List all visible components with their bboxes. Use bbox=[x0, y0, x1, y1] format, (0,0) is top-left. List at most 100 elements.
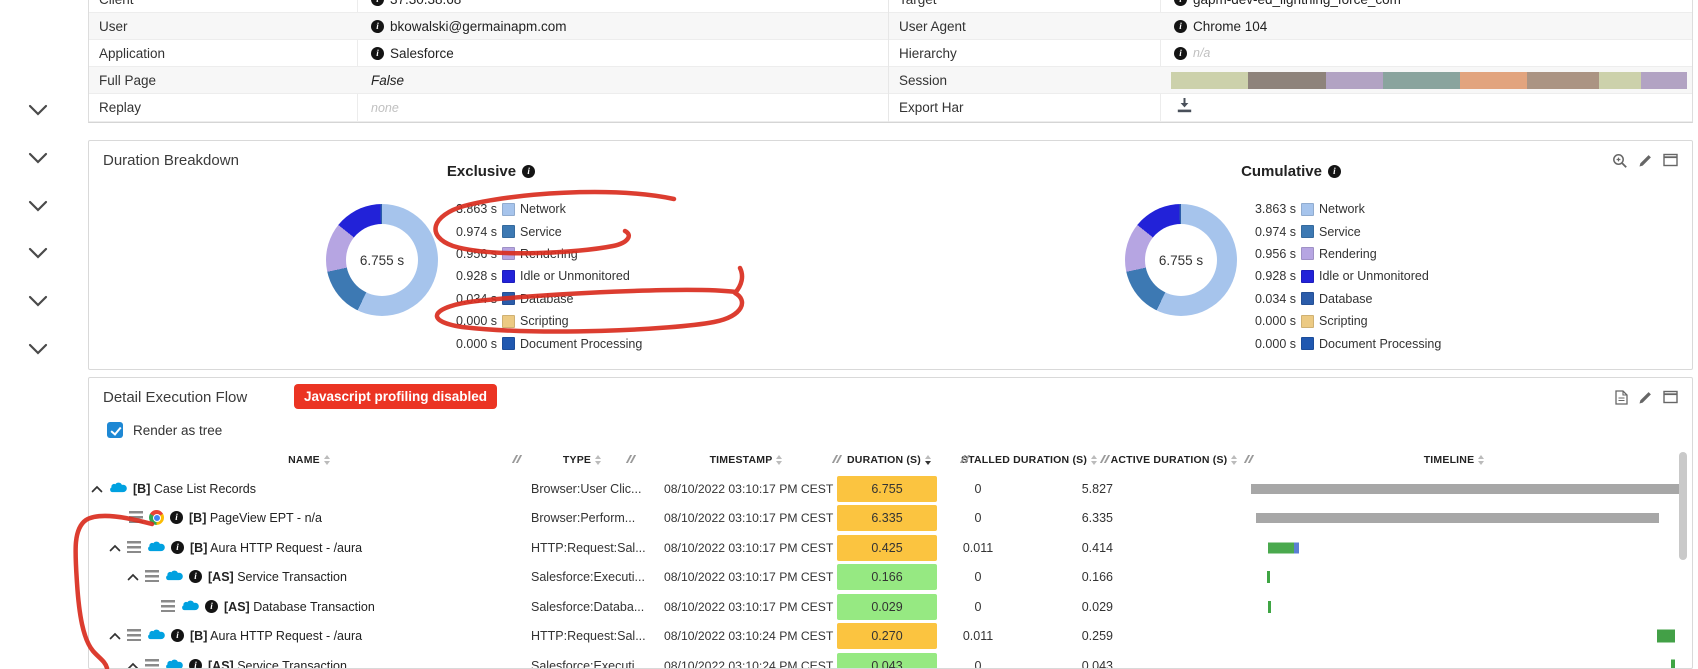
legend-item: 0.000 sScripting bbox=[1241, 310, 1571, 332]
maximize-window-icon[interactable] bbox=[1663, 390, 1678, 410]
legend-color-swatch bbox=[502, 337, 515, 350]
exclusive-legend: 3.863 sNetwork 0.974 sService 0.956 sRen… bbox=[442, 198, 772, 355]
flow-row[interactable]: [B] Case List Records Browser:User Clic.… bbox=[89, 474, 1692, 503]
vertical-scrollbar[interactable] bbox=[1679, 452, 1687, 560]
export-file-icon[interactable] bbox=[1615, 390, 1628, 410]
chevron-down-icon[interactable] bbox=[28, 152, 48, 164]
legend-item: 0.974 sService bbox=[442, 220, 772, 242]
session-segment bbox=[1248, 72, 1325, 89]
legend-item: 0.000 sDocument Processing bbox=[442, 332, 772, 354]
column-resize-icon[interactable] bbox=[1102, 455, 1107, 463]
chevron-down-icon[interactable] bbox=[28, 295, 48, 307]
session-segment bbox=[1641, 72, 1687, 89]
column-header-timeline[interactable]: TIMELINE bbox=[1379, 447, 1529, 473]
legend-color-swatch bbox=[502, 292, 515, 305]
timeline-bar bbox=[89, 474, 1692, 503]
column-resize-icon[interactable] bbox=[962, 455, 967, 463]
info-icon[interactable] bbox=[371, 0, 384, 6]
legend-color-swatch bbox=[1301, 203, 1314, 216]
property-row-user: User bkowalski@germainapm.com bbox=[89, 13, 888, 40]
edit-pencil-icon[interactable] bbox=[1638, 153, 1653, 174]
timeline-bar bbox=[89, 592, 1692, 621]
property-row-export-har: Export Har bbox=[889, 94, 1693, 122]
maximize-window-icon[interactable] bbox=[1663, 153, 1678, 174]
property-label: Replay bbox=[89, 100, 357, 115]
properties-table-right: Target gapm-dev-ed_lightning_force_com U… bbox=[889, 0, 1693, 123]
timeline-bar bbox=[89, 621, 1692, 650]
property-value: False bbox=[371, 73, 404, 88]
download-icon[interactable] bbox=[1176, 97, 1193, 118]
property-label: Full Page bbox=[89, 73, 357, 88]
flow-row[interactable]: [AS] Database Transaction Salesforce:Dat… bbox=[89, 592, 1692, 621]
zoom-icon[interactable] bbox=[1612, 153, 1628, 174]
session-segment bbox=[1599, 72, 1640, 89]
timeline-bar bbox=[89, 503, 1692, 532]
property-value: none bbox=[371, 101, 399, 115]
exclusive-donut-chart: 6.755 s bbox=[326, 204, 438, 316]
legend-color-swatch bbox=[502, 203, 515, 216]
info-icon[interactable] bbox=[1328, 165, 1341, 178]
session-timeline-bar[interactable] bbox=[1171, 72, 1687, 89]
edit-pencil-icon[interactable] bbox=[1638, 390, 1653, 410]
info-icon[interactable] bbox=[1174, 20, 1187, 33]
exclusive-chart-title: Exclusive bbox=[391, 163, 591, 180]
column-resize-icon[interactable] bbox=[1246, 455, 1251, 463]
chevron-down-icon[interactable] bbox=[28, 200, 48, 212]
column-header-stalled-duration[interactable]: STALLED DURATION (S) bbox=[949, 447, 1109, 473]
property-value: Chrome 104 bbox=[1193, 19, 1267, 34]
info-icon[interactable] bbox=[371, 20, 384, 33]
property-label: User bbox=[89, 19, 357, 34]
info-icon[interactable] bbox=[371, 47, 384, 60]
flow-row[interactable]: [AS] Service Transaction Salesforce:Exec… bbox=[89, 651, 1692, 669]
info-icon[interactable] bbox=[522, 165, 535, 178]
legend-color-swatch bbox=[1301, 270, 1314, 283]
column-header-duration[interactable]: DURATION (S) bbox=[819, 447, 959, 473]
session-segment bbox=[1460, 72, 1527, 89]
property-value: gapm-dev-ed_lightning_force_com bbox=[1193, 0, 1401, 7]
column-header-timestamp[interactable]: TIMESTAMP bbox=[679, 447, 813, 473]
apm-trace-detail-page: Client 37.30.38.68 User bkowalski@germai… bbox=[0, 0, 1698, 669]
cumulative-donut-chart: 6.755 s bbox=[1125, 204, 1237, 316]
panel-title: Detail Execution Flow bbox=[103, 389, 247, 406]
property-row-session: Session bbox=[889, 67, 1693, 94]
legend-item: 0.034 sDatabase bbox=[442, 288, 772, 310]
info-icon[interactable] bbox=[1174, 47, 1187, 60]
chevron-down-icon[interactable] bbox=[28, 343, 48, 355]
column-header-name[interactable]: NAME bbox=[239, 447, 379, 473]
session-segment bbox=[1383, 72, 1460, 89]
property-label: Application bbox=[89, 46, 357, 61]
property-row-application: Application Salesforce bbox=[89, 40, 888, 67]
timeline-bar bbox=[89, 651, 1692, 669]
property-value: n/a bbox=[1193, 46, 1210, 60]
flow-row[interactable]: [B] PageView EPT - n/a Browser:Perform..… bbox=[89, 503, 1692, 532]
render-as-tree-label: Render as tree bbox=[133, 423, 222, 438]
property-value: Salesforce bbox=[390, 46, 454, 61]
property-row-replay: Replay none bbox=[89, 94, 888, 122]
sort-icon bbox=[925, 455, 931, 465]
legend-color-swatch bbox=[1301, 247, 1314, 260]
legend-color-swatch bbox=[502, 225, 515, 238]
flow-row[interactable]: [AS] Service Transaction Salesforce:Exec… bbox=[89, 562, 1692, 591]
trace-properties-panel: Client 37.30.38.68 User bkowalski@germai… bbox=[88, 0, 1693, 123]
property-row-target: Target gapm-dev-ed_lightning_force_com bbox=[889, 0, 1693, 13]
column-resize-icon[interactable] bbox=[514, 455, 519, 463]
legend-color-swatch bbox=[502, 315, 515, 328]
flow-row[interactable]: [B] Aura HTTP Request - /aura HTTP:Reque… bbox=[89, 533, 1692, 562]
flow-row[interactable]: [B] Aura HTTP Request - /aura HTTP:Reque… bbox=[89, 621, 1692, 650]
render-as-tree-checkbox[interactable] bbox=[107, 422, 123, 438]
column-header-active-duration[interactable]: ACTIVE DURATION (S) bbox=[1099, 447, 1249, 473]
property-row-client: Client 37.30.38.68 bbox=[89, 0, 888, 13]
session-segment bbox=[1326, 72, 1383, 89]
column-resize-icon[interactable] bbox=[628, 455, 633, 463]
legend-item: 0.956 sRendering bbox=[442, 243, 772, 265]
property-label: Client bbox=[89, 0, 357, 7]
session-segment bbox=[1171, 72, 1248, 89]
property-label: User Agent bbox=[889, 19, 1160, 34]
property-value: 37.30.38.68 bbox=[390, 0, 461, 7]
column-resize-icon[interactable] bbox=[834, 455, 839, 463]
info-icon[interactable] bbox=[1174, 0, 1187, 6]
legend-item: 0.974 sService bbox=[1241, 220, 1571, 242]
chevron-down-icon[interactable] bbox=[28, 247, 48, 259]
chevron-down-icon[interactable] bbox=[28, 104, 48, 116]
legend-color-swatch bbox=[1301, 315, 1314, 328]
